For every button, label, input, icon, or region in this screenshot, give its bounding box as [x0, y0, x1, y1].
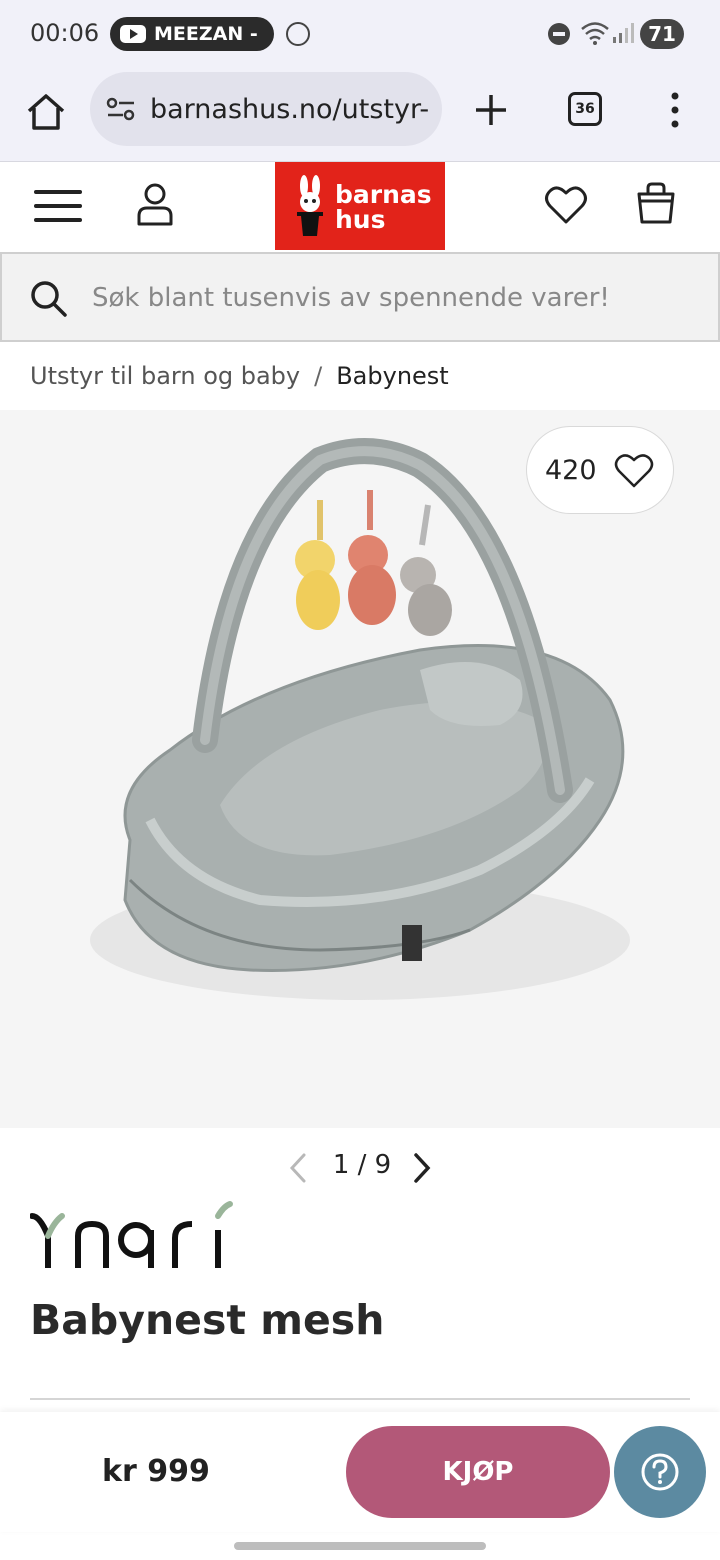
favorite-count: 420 [545, 455, 597, 486]
url-bar[interactable]: barnashus.no/utstyr- [90, 72, 442, 146]
buy-button[interactable]: KJØP [346, 1426, 610, 1518]
logo-text: barnas hus [335, 182, 432, 232]
battery-icon: 71 [640, 19, 684, 49]
notification-label: MEEZAN - [154, 23, 258, 45]
gallery-pager: 1 / 9 [0, 1148, 720, 1188]
bunny-logo-icon [297, 175, 323, 236]
status-bar: 00:06 MEEZAN - 71 [0, 0, 720, 68]
browser-toolbar: barnashus.no/utstyr- 36 [0, 68, 720, 162]
site-logo[interactable]: barnas hus [275, 162, 445, 250]
heart-icon[interactable] [544, 184, 588, 226]
signal-icon [613, 23, 634, 43]
logo-line-2: hus [335, 205, 386, 234]
search-input[interactable] [92, 272, 702, 324]
heart-icon [614, 454, 654, 488]
pager-text: 1 / 9 [332, 1150, 392, 1180]
tabs-icon[interactable]: 36 [568, 92, 602, 126]
site-settings-icon[interactable] [106, 96, 136, 122]
help-button[interactable] [614, 1426, 706, 1518]
help-icon [641, 1453, 679, 1491]
site-header: barnas hus [0, 162, 720, 252]
favorite-button[interactable]: 420 [526, 426, 674, 514]
divider [30, 1398, 690, 1400]
breadcrumb-parent[interactable]: Utstyr til barn og baby [30, 362, 300, 390]
product-image [90, 438, 630, 1000]
chevron-left-icon[interactable] [286, 1152, 310, 1184]
status-time: 00:06 [30, 19, 100, 47]
youtube-icon [120, 25, 146, 43]
purchase-bar: kr 999 KJØP [0, 1412, 720, 1532]
plus-icon[interactable] [474, 93, 508, 127]
notification-pill: MEEZAN - [110, 17, 274, 51]
hamburger-icon[interactable] [34, 190, 82, 226]
url-text: barnashus.no/utstyr- [150, 94, 430, 125]
home-icon[interactable] [24, 90, 68, 134]
breadcrumb-separator: / [314, 362, 323, 390]
product-gallery[interactable]: 420 [0, 410, 720, 1128]
dnd-icon [548, 23, 570, 45]
breadcrumb-current[interactable]: Babynest [336, 362, 449, 390]
logo-line-1: barnas [335, 180, 432, 209]
breadcrumb: Utstyr til barn og baby / Babynest [30, 362, 449, 390]
product-price: kr 999 [102, 1454, 210, 1489]
chevron-right-icon[interactable] [410, 1152, 434, 1184]
search-icon[interactable] [28, 278, 68, 318]
user-icon[interactable] [136, 182, 174, 226]
bag-icon[interactable] [636, 182, 676, 224]
more-icon[interactable] [666, 92, 684, 128]
gesture-bar[interactable] [234, 1542, 486, 1550]
search-bar [0, 252, 720, 342]
whatsapp-icon [286, 22, 310, 46]
product-title: Babynest mesh [30, 1296, 385, 1344]
brand-logo[interactable] [30, 1200, 240, 1276]
wifi-icon [581, 22, 609, 45]
